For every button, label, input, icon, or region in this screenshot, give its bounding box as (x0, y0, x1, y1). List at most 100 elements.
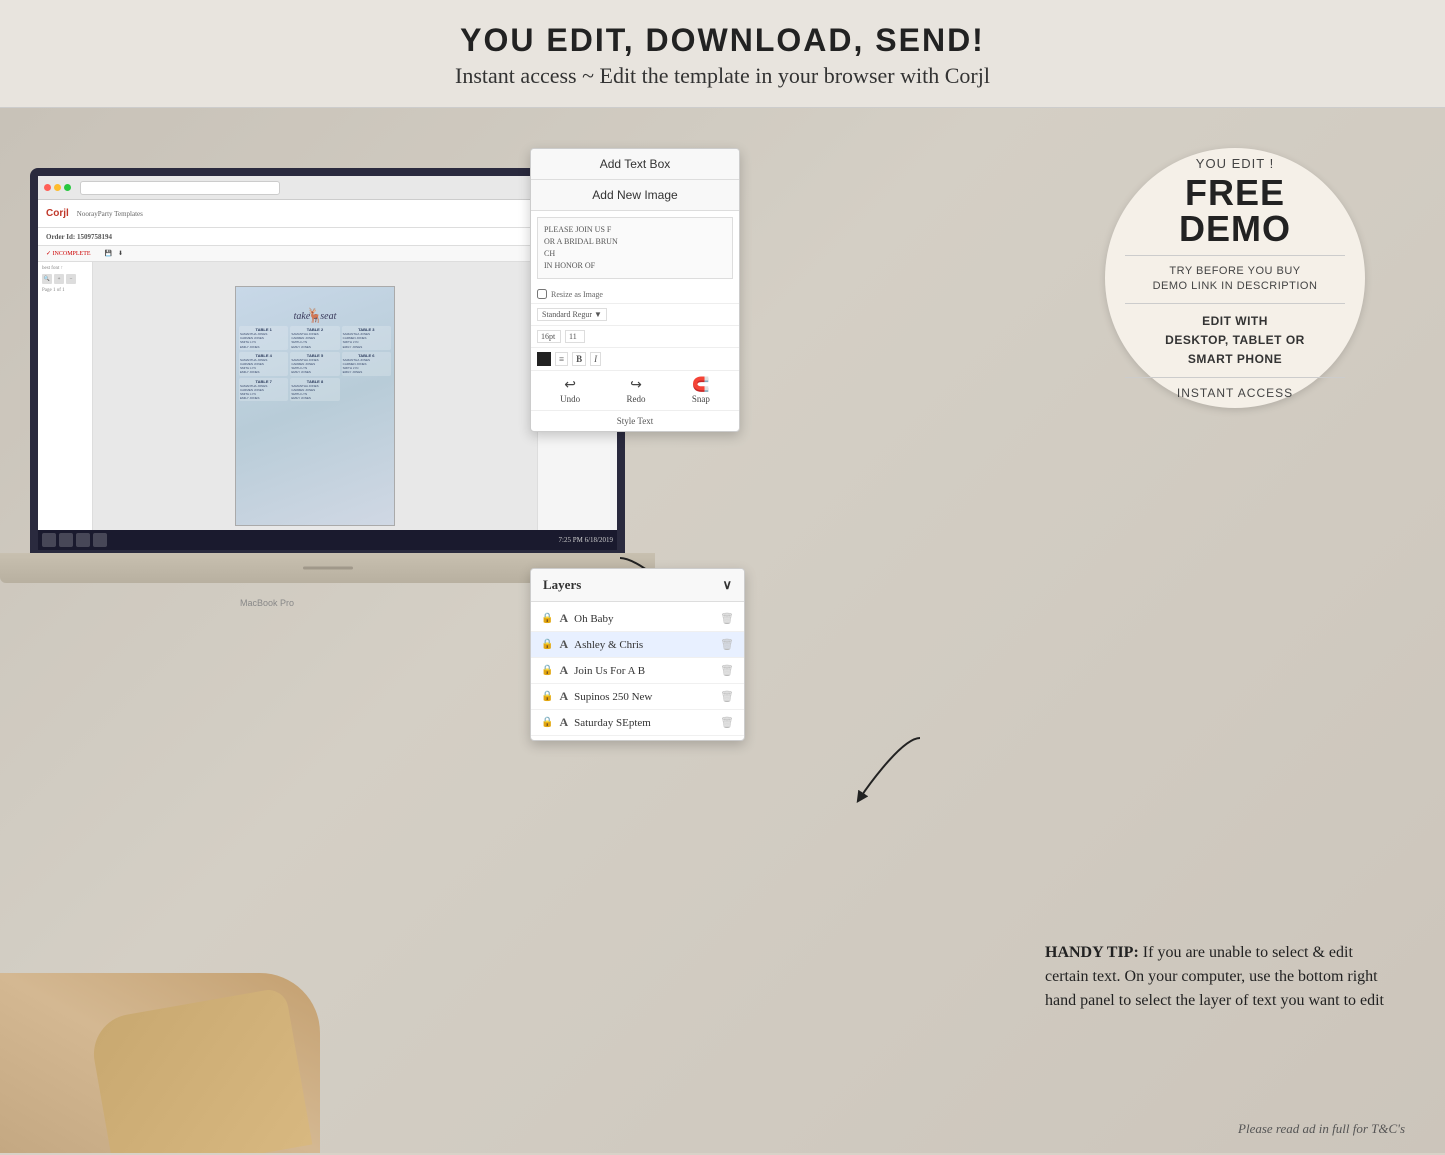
layer-text-icon-supinos: A (559, 689, 568, 704)
demo-divider-1 (1125, 255, 1345, 256)
toolbar-status: ✓ INCOMPLETE (46, 250, 91, 257)
layer-delete-supinos[interactable]: 🗑 (720, 690, 734, 703)
corjl-brand: NoorayParty Templates (77, 210, 143, 218)
sidebar-tools: 🔍 + − (42, 274, 88, 284)
corjl-canvas: 🦌 take a seat TABLE 1 SAMANTHA JONESCARM… (93, 262, 537, 550)
demo-instant: INSTANT ACCESS (1177, 386, 1293, 400)
font-dropdown[interactable]: Standard Regur ▼ (537, 308, 607, 321)
layers-list: 🔒 A Oh Baby 🗑 🔒 A Ashley & Chris 🗑 🔒 A J… (531, 602, 744, 740)
layers-chevron[interactable]: ∨ (722, 577, 732, 593)
top-banner: YOU EDIT, DOWNLOAD, SEND! Instant access… (0, 0, 1445, 108)
page-indicator: Page 1 of 1 (42, 288, 88, 293)
table-4-names: SAMANTHA JONESCARMEN JONESSMITH LYNEMILY… (240, 358, 287, 375)
tool-btn-2[interactable]: + (54, 274, 64, 284)
layer-name-saturday: Saturday SEptem (574, 717, 714, 729)
layer-item-oh-baby[interactable]: 🔒 A Oh Baby 🗑 (531, 606, 744, 632)
table-5: TABLE 5 SAMANTHA JONESCARMEN JONESSMITH … (290, 352, 339, 376)
layer-item-supinos[interactable]: 🔒 A Supinos 250 New 🗑 (531, 684, 744, 710)
browser-url-bar[interactable] (80, 181, 280, 195)
layer-delete-ashley[interactable]: 🗑 (720, 638, 734, 651)
layers-header: Layers ∨ (531, 569, 744, 602)
hand-shape (88, 987, 313, 1153)
bold-btn[interactable]: B (572, 352, 586, 366)
demo-edit-with: EDIT WITH DESKTOP, TABLET OR SMART PHONE (1165, 312, 1305, 370)
footnote: Please read ad in full for T&C's (1238, 1121, 1405, 1137)
tables-grid: TABLE 1 SAMANTHA JONESCARMEN JONESSMITH … (236, 324, 394, 403)
corjl-sidebar-left: best font ↑ 🔍 + − Page 1 of 1 (38, 262, 93, 550)
layer-lock-oh-baby: 🔒 (541, 613, 553, 624)
hand-bg (0, 973, 320, 1153)
popup-toolbar-row-2: 16pt 11 (531, 325, 739, 347)
add-text-box-button[interactable]: Add Text Box (531, 149, 739, 180)
corjl-logo: Corjl (46, 208, 69, 219)
popup-text-preview: PLEASE JOIN US FOR A BRIDAL BRUNCHIN HON… (544, 224, 726, 272)
layer-item-ashley-chris[interactable]: 🔒 A Ashley & Chris 🗑 (531, 632, 744, 658)
tool-btn-3[interactable]: − (66, 274, 76, 284)
main-content: Corjl NoorayParty Templates Order Id: 15… (0, 108, 1445, 1153)
taskbar-time: 7:25 PM 6/18/2019 (559, 536, 613, 544)
demo-divider-2 (1125, 303, 1345, 304)
layer-delete-join-us[interactable]: 🗑 (720, 664, 734, 677)
popup-controls: ↩ Undo ↪ Redo 🧲 Snap (531, 370, 739, 410)
handy-tip-label: HANDY TIP: (1045, 944, 1139, 961)
layer-lock-join-us: 🔒 (541, 665, 553, 676)
text-align-btn[interactable]: ≡ (555, 352, 568, 366)
layer-delete-saturday[interactable]: 🗑 (720, 716, 734, 729)
layer-text-icon-oh-baby: A (559, 611, 568, 626)
snap-icon: 🧲 (692, 377, 710, 394)
taskbar-icon-2 (59, 533, 73, 547)
table-7-names: SAMANTHA JONESCARMEN JONESSMITH LYNEMILY… (240, 384, 287, 401)
line-height-input[interactable]: 11 (565, 330, 585, 343)
demo-divider-3 (1125, 377, 1345, 378)
editor-popup: Add Text Box Add New Image PLEASE JOIN U… (530, 148, 740, 432)
table-6: TABLE 6 SAMANTHA JONESCARMEN JONESSMITH … (342, 352, 391, 376)
browser-dot-red (44, 184, 51, 191)
popup-toolbar-row-3: ≡ B I (531, 347, 739, 370)
color-swatch[interactable] (537, 352, 551, 366)
table-4: TABLE 4 SAMANTHA JONESCARMEN JONESSMITH … (239, 352, 288, 376)
order-id: Order Id: 1509758194 (46, 233, 112, 241)
popup-image-toggle: Resize as Image (531, 285, 739, 303)
italic-btn[interactable]: I (590, 352, 601, 366)
toolbar-save[interactable]: 💾 (105, 250, 112, 257)
laptop-trackpad-line (303, 567, 353, 570)
layers-title: Layers (543, 577, 581, 593)
resize-as-image-checkbox[interactable] (537, 289, 547, 299)
table-6-names: SAMANTHA JONESCARMEN JONESSMITH LYNEMILY… (343, 358, 390, 375)
layer-item-saturday[interactable]: 🔒 A Saturday SEptem 🗑 (531, 710, 744, 736)
taskbar: 7:25 PM 6/18/2019 (38, 530, 617, 550)
tool-btn-1[interactable]: 🔍 (42, 274, 52, 284)
layers-panel: Layers ∨ 🔒 A Oh Baby 🗑 🔒 A Ashley & Chri… (530, 568, 745, 741)
popup-toolbar-row-1: Standard Regur ▼ (531, 303, 739, 325)
layer-delete-oh-baby[interactable]: 🗑 (720, 612, 734, 625)
browser-dot-green (64, 184, 71, 191)
arrow-right (840, 728, 940, 808)
undo-button[interactable]: ↩ Undo (560, 377, 580, 404)
layer-name-oh-baby: Oh Baby (574, 613, 714, 625)
demo-you-edit: YOU EDIT ! (1196, 156, 1274, 171)
table-8: TABLE 8 SAMANTHA JONESCARMEN JONESSMITH … (290, 378, 339, 402)
taskbar-icon-4 (93, 533, 107, 547)
add-new-image-button[interactable]: Add New Image (531, 180, 739, 211)
handy-tip: HANDY TIP: If you are unable to select &… (1045, 941, 1385, 1013)
size-input[interactable]: 16pt (537, 330, 561, 343)
toolbar-download[interactable]: ⬇ (118, 250, 123, 257)
banner-main-title: YOU EDIT, DOWNLOAD, SEND! (20, 22, 1425, 59)
undo-icon: ↩ (560, 377, 580, 394)
layer-name-ashley: Ashley & Chris (574, 639, 714, 651)
layer-lock-supinos: 🔒 (541, 691, 553, 702)
table-3: TABLE 3 SAMANTHA JONESCARMEN JONESSMITH … (342, 326, 391, 350)
resize-label: Resize as Image (551, 290, 603, 299)
layer-lock-saturday: 🔒 (541, 717, 553, 728)
browser-dot-yellow (54, 184, 61, 191)
deer-icon: 🦌 (306, 307, 323, 324)
snap-button[interactable]: 🧲 Snap (692, 377, 710, 404)
table-8-names: SAMANTHA JONESCARMEN JONESSMITH LYNEMILY… (291, 384, 338, 401)
redo-button[interactable]: ↪ Redo (626, 377, 645, 404)
layer-text-icon-join-us: A (559, 663, 568, 678)
taskbar-icon-1 (42, 533, 56, 547)
redo-icon: ↪ (626, 377, 645, 394)
layer-text-icon-ashley: A (559, 637, 568, 652)
popup-text-content: PLEASE JOIN US FOR A BRIDAL BRUNCHIN HON… (537, 217, 733, 279)
layer-item-join-us[interactable]: 🔒 A Join Us For A B 🗑 (531, 658, 744, 684)
